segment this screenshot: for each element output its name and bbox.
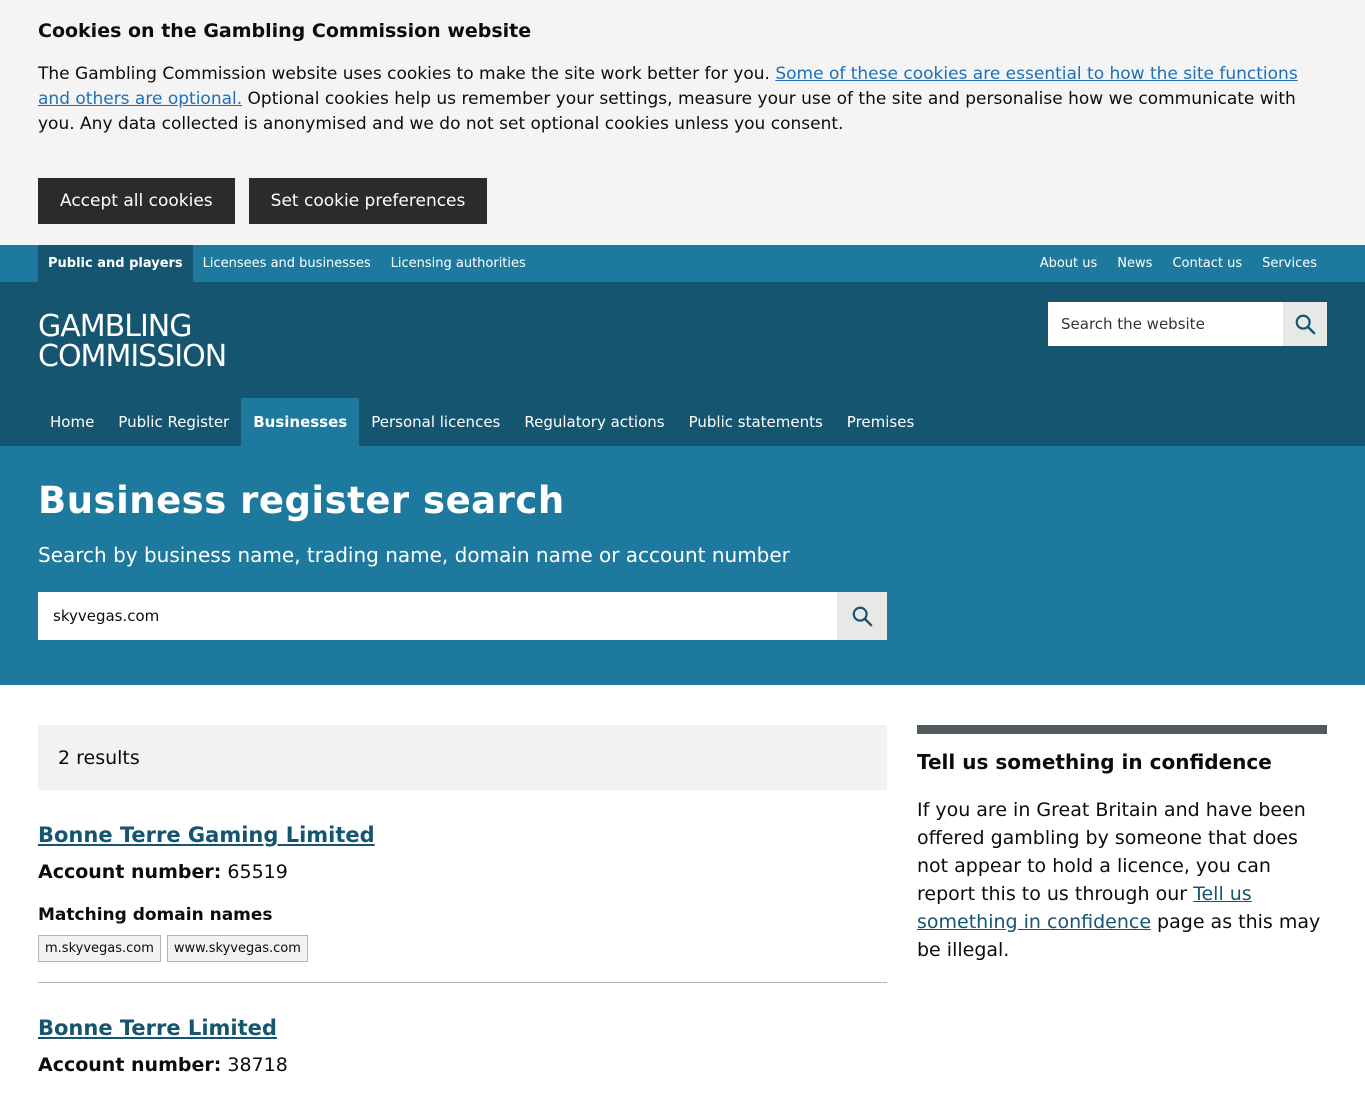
nav-public-and-players[interactable]: Public and players [38, 245, 193, 282]
account-number: Account number: 65519 [38, 861, 288, 883]
search-icon [852, 606, 873, 627]
site-search-button[interactable] [1283, 302, 1327, 346]
main-content: 2 results Bonne Terre Gaming Limited Acc… [0, 685, 1365, 1100]
page-title: Business register search [38, 479, 565, 522]
domain-tag: m.skyvegas.com [38, 935, 161, 962]
business-search-button[interactable] [837, 592, 887, 640]
audience-nav: Public and players Licensees and busines… [0, 245, 1365, 282]
main-nav-home[interactable]: Home [38, 398, 106, 446]
cookie-banner-text: The Gambling Commission website uses coo… [38, 64, 1298, 134]
site-search [1048, 302, 1327, 346]
business-search [38, 592, 887, 640]
nav-about-us[interactable]: About us [1030, 245, 1108, 282]
page-subtitle: Search by business name, trading name, d… [38, 543, 790, 567]
matching-domains-heading: Matching domain names [38, 905, 273, 925]
business-search-input[interactable] [38, 592, 837, 640]
site-header: GAMBLING COMMISSION Home Public Register… [0, 282, 1365, 446]
main-nav-public-register[interactable]: Public Register [106, 398, 241, 446]
cookie-banner: Cookies on the Gambling Commission websi… [0, 0, 1365, 245]
cookie-preferences-button[interactable]: Set cookie preferences [248, 178, 488, 224]
nav-licensing-authorities[interactable]: Licensing authorities [381, 245, 536, 282]
domain-tag: www.skyvegas.com [166, 935, 308, 962]
domain-tags: m.skyvegas.com www.skyvegas.com [38, 935, 887, 962]
search-hero: Business register search Search by busin… [0, 446, 1365, 685]
nav-licensees-and-businesses[interactable]: Licensees and businesses [193, 245, 381, 282]
main-nav-public-statements[interactable]: Public statements [677, 398, 835, 446]
nav-services[interactable]: Services [1252, 245, 1327, 282]
cookie-banner-title: Cookies on the Gambling Commission websi… [38, 20, 532, 42]
sidebar-text: If you are in Great Britain and have bee… [917, 799, 1321, 961]
account-number: Account number: 38718 [38, 1054, 288, 1076]
main-nav-regulatory-actions[interactable]: Regulatory actions [512, 398, 676, 446]
main-nav-premises[interactable]: Premises [835, 398, 927, 446]
nav-news[interactable]: News [1107, 245, 1162, 282]
sidebar-title: Tell us something in confidence [917, 750, 1272, 774]
nav-contact-us[interactable]: Contact us [1162, 245, 1252, 282]
main-nav: Home Public Register Businesses Personal… [38, 398, 926, 446]
site-search-input[interactable] [1048, 302, 1283, 346]
accept-cookies-button[interactable]: Accept all cookies [38, 178, 235, 224]
result-title-link[interactable]: Bonne Terre Limited [38, 1016, 277, 1040]
results-column: 2 results Bonne Terre Gaming Limited Acc… [38, 725, 887, 1096]
confidence-sidebar: Tell us something in confidence If you a… [917, 725, 1327, 964]
main-nav-personal-licences[interactable]: Personal licences [359, 398, 512, 446]
gambling-commission-logo[interactable]: GAMBLING COMMISSION [38, 312, 227, 372]
results-count: 2 results [38, 725, 887, 790]
sidebar-divider [917, 725, 1327, 734]
result-item: Bonne Terre Gaming Limited Account numbe… [38, 823, 887, 983]
search-icon [1295, 314, 1316, 335]
result-title-link[interactable]: Bonne Terre Gaming Limited [38, 823, 375, 847]
result-item: Bonne Terre Limited Account number: 3871… [38, 1016, 887, 1096]
main-nav-businesses[interactable]: Businesses [241, 398, 360, 446]
